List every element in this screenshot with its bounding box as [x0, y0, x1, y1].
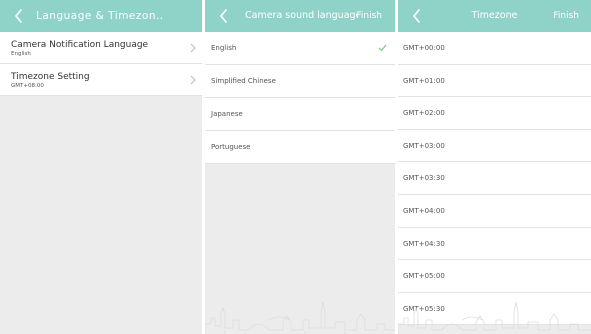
- camera-sound-language-screen: Camera sound language Finish English Sim…: [205, 0, 395, 334]
- timezone-option[interactable]: GMT+04:30: [398, 227, 591, 261]
- row-value: GMT+08:00: [11, 83, 44, 89]
- camera-notification-language-row[interactable]: Camera Notification Language English: [0, 32, 202, 64]
- timezone-label: GMT+01:00: [403, 76, 445, 85]
- timezone-label: GMT+00:00: [403, 44, 445, 52]
- timezone-label: GMT+02:00: [403, 109, 445, 118]
- back-arrow-icon: [412, 9, 420, 23]
- language-option[interactable]: Japanese: [205, 98, 395, 131]
- timezone-label: GMT+03:30: [403, 174, 445, 183]
- timezone-setting-row[interactable]: Timezone Setting GMT+08:00: [0, 64, 202, 96]
- language-option[interactable]: Simplified Chinese: [205, 65, 395, 98]
- row-title: Timezone Setting: [11, 72, 90, 82]
- timezone-screen: Timezone Finish GMT+00:00 GMT+01:00 GMT+…: [398, 0, 591, 334]
- finish-button[interactable]: Finish: [553, 0, 579, 32]
- row-value: English: [11, 51, 31, 57]
- timezone-label: GMT+05:00: [403, 272, 445, 281]
- language-label: English: [211, 44, 237, 52]
- back-button[interactable]: [410, 7, 424, 25]
- timezone-label: GMT+03:00: [403, 141, 445, 150]
- page-title: Camera sound language: [245, 10, 357, 21]
- language-label: Simplified Chinese: [211, 77, 276, 85]
- city-skyline-watermark: [205, 301, 395, 334]
- timezone-option[interactable]: GMT+01:00: [398, 64, 591, 98]
- timezone-option[interactable]: GMT+05:00: [398, 260, 591, 293]
- timezone-option[interactable]: GMT+00:00: [398, 32, 591, 65]
- chevron-right-icon: [190, 75, 196, 85]
- timezone-option[interactable]: GMT+04:00: [398, 194, 591, 228]
- timezone-option[interactable]: GMT+05:30: [398, 292, 591, 326]
- back-arrow-icon: [219, 9, 227, 23]
- header-bar: Language & Timezon..: [0, 0, 202, 32]
- timezone-option[interactable]: GMT+03:30: [398, 162, 591, 195]
- language-label: Portuguese: [211, 143, 251, 151]
- checkmark-icon: [378, 44, 387, 52]
- finish-button[interactable]: Finish: [356, 0, 382, 32]
- language-option[interactable]: Portuguese: [205, 131, 395, 164]
- timezone-label: GMT+04:30: [403, 239, 445, 248]
- header-bar: Timezone Finish: [398, 0, 591, 32]
- back-arrow-icon: [14, 9, 22, 23]
- header-bar: Camera sound language Finish: [205, 0, 395, 32]
- language-timezone-screen: Language & Timezon.. Camera Notification…: [0, 0, 202, 334]
- timezone-label: GMT+04:00: [403, 206, 445, 215]
- language-label: Japanese: [211, 110, 243, 118]
- row-title: Camera Notification Language: [11, 40, 149, 50]
- page-title: Language & Timezon..: [36, 10, 164, 22]
- timezone-option[interactable]: GMT+03:00: [398, 129, 591, 163]
- timezone-option[interactable]: GMT+02:00: [398, 97, 591, 130]
- back-button[interactable]: [217, 7, 231, 25]
- language-option[interactable]: English: [205, 32, 395, 65]
- chevron-right-icon: [190, 43, 196, 53]
- settings-list: Camera Notification Language English Tim…: [0, 32, 202, 96]
- timezone-options-list: GMT+00:00 GMT+01:00 GMT+02:00 GMT+03:00 …: [398, 32, 591, 326]
- language-options-list: English Simplified Chinese Japanese Port…: [205, 32, 395, 164]
- back-button[interactable]: [12, 7, 26, 25]
- timezone-label: GMT+05:30: [403, 304, 445, 313]
